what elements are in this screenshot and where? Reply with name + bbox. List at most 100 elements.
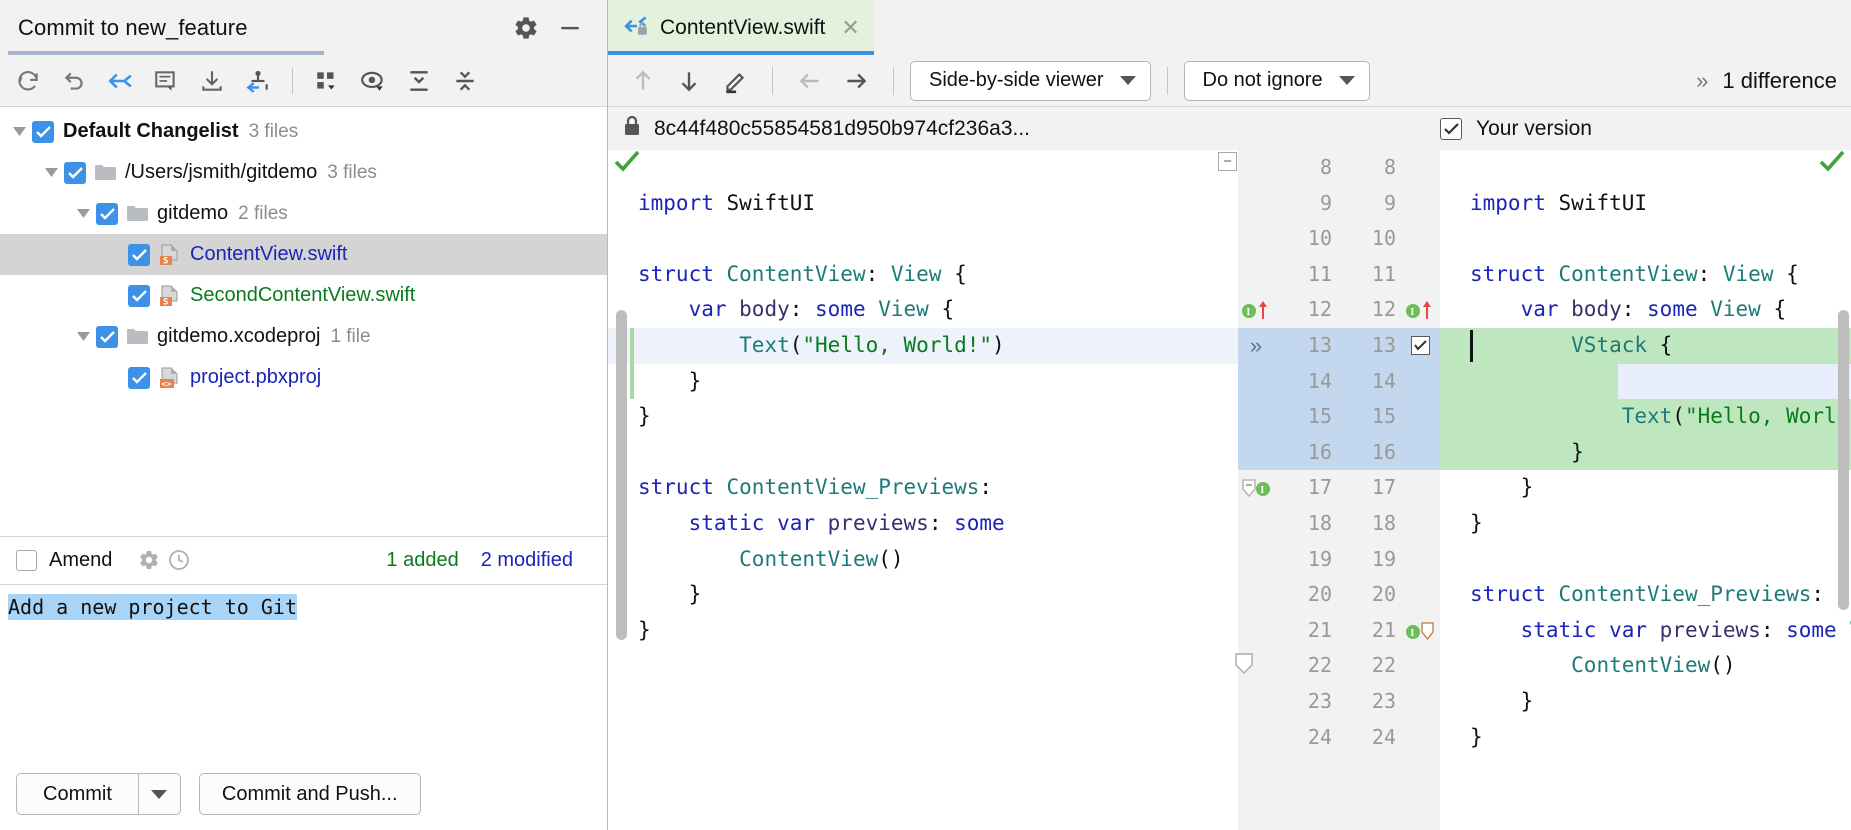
amend-checkbox[interactable] xyxy=(16,549,37,571)
refresh-changes-icon[interactable] xyxy=(8,62,48,100)
tree-row[interactable]: /Users/jsmith/gitdemo 3 files xyxy=(0,152,607,193)
tree-row-checkbox[interactable] xyxy=(128,366,150,389)
shelve-silently-icon[interactable] xyxy=(100,62,140,100)
clock-icon[interactable] xyxy=(164,545,194,575)
code-line: var body: some View { xyxy=(608,292,1238,328)
arrow-left-icon[interactable] xyxy=(789,61,831,101)
pencil-icon[interactable] xyxy=(714,61,756,101)
left-pane-scrollbar[interactable] xyxy=(616,310,627,640)
code-token: var xyxy=(688,297,740,322)
ignore-mode-dropdown[interactable]: Do not ignore xyxy=(1183,60,1370,101)
line-number-right: 14 xyxy=(1371,368,1396,393)
tree-collapse-triangle-icon[interactable] xyxy=(70,208,96,219)
update-icon[interactable] xyxy=(192,62,232,100)
tree-row-checkbox[interactable] xyxy=(128,243,150,266)
arrow-right-icon[interactable] xyxy=(835,61,877,101)
tree-row-label: gitdemo xyxy=(157,202,229,224)
line-number-right: 21 xyxy=(1371,617,1396,642)
no-problems-checkmark-icon xyxy=(1819,150,1845,177)
rollback-icon[interactable] xyxy=(54,62,94,100)
inline-change-highlight xyxy=(1618,363,1851,400)
tree-row-checkbox[interactable] xyxy=(96,202,118,225)
gutter-row: 18 18 xyxy=(1238,506,1440,542)
gutter-marker-right xyxy=(1402,364,1438,400)
code-token: Text xyxy=(739,332,790,357)
swift-file-icon: S xyxy=(159,244,181,266)
line-number-left: 10 xyxy=(1307,226,1332,251)
tree-row-label: ContentView.swift xyxy=(190,243,348,265)
chevron-down-icon xyxy=(1119,76,1136,85)
code-token: : xyxy=(1697,261,1723,286)
gutter-row: 15 15 xyxy=(1238,399,1440,435)
diff-version-headers: 8c44f480c55854581d950b974cf236a3... Your… xyxy=(608,107,1851,150)
collapse-all-icon[interactable] xyxy=(445,62,485,100)
annotate-icon[interactable] xyxy=(146,62,186,100)
diff-left-pane[interactable]: import SwiftUI struct ContentView: View … xyxy=(608,150,1238,830)
gutter-marker-left xyxy=(1238,577,1274,613)
code-token: ) xyxy=(992,332,1005,357)
tree-row-checkbox[interactable] xyxy=(128,284,150,307)
minimize-icon[interactable] xyxy=(555,13,585,43)
diff-toolbar-right: » 1 difference xyxy=(1696,68,1837,94)
svg-text:<>: <> xyxy=(162,379,172,388)
code-line: import SwiftUI xyxy=(608,186,1238,222)
code-line: } xyxy=(608,364,1238,400)
tree-row-checkbox[interactable] xyxy=(96,325,118,348)
group-by-icon[interactable] xyxy=(307,62,347,100)
diff-gutter[interactable]: 8 8 9 9 10 10 11 11 I 12 12 I» 13 13 14 14 15 15 16 16 I 17 17… xyxy=(1218,150,1462,830)
gutter-marker-left xyxy=(1238,720,1274,756)
preview-diff-icon[interactable] xyxy=(353,62,393,100)
swift-file-icon: S xyxy=(159,285,181,307)
fold-region-end-icon[interactable] xyxy=(1234,652,1254,679)
tree-row[interactable]: S ContentView.swift xyxy=(0,234,607,275)
tree-row-count: 2 files xyxy=(238,202,288,224)
expand-all-icon[interactable] xyxy=(399,62,439,100)
arrow-down-icon[interactable] xyxy=(668,61,710,101)
gutter-marker-left xyxy=(1238,613,1274,649)
gutter-marker-right xyxy=(1402,506,1438,542)
tree-collapse-triangle-icon[interactable] xyxy=(6,126,32,137)
tree-row-checkbox[interactable] xyxy=(32,120,54,143)
commit-message-input[interactable]: Add a new project to Git xyxy=(0,583,607,758)
svg-text:I: I xyxy=(1410,628,1414,639)
tree-row[interactable]: <> project.pbxproj xyxy=(0,357,607,398)
tree-row[interactable]: S SecondContentView.swift xyxy=(0,275,607,316)
accept-change-checkbox-icon[interactable] xyxy=(1402,328,1438,364)
code-token: } xyxy=(1470,439,1584,464)
code-token: VStack xyxy=(1571,332,1648,357)
tree-collapse-triangle-icon[interactable] xyxy=(70,331,96,342)
left-revision-hash: 8c44f480c55854581d950b974cf236a3... xyxy=(654,116,1031,140)
code-token: ( xyxy=(789,332,803,357)
right-pane-scrollbar[interactable] xyxy=(1838,310,1849,610)
tree-row-checkbox[interactable] xyxy=(64,161,86,184)
commit-button[interactable]: Commit xyxy=(16,773,139,815)
code-token: View xyxy=(1710,297,1761,322)
commit-and-push-button[interactable]: Commit and Push... xyxy=(198,773,421,815)
your-version-checkbox[interactable] xyxy=(1440,117,1462,140)
tree-row[interactable]: gitdemo.xcodeproj 1 file xyxy=(0,316,607,357)
code-token: body xyxy=(1571,297,1622,322)
gear-icon[interactable] xyxy=(511,13,541,43)
close-icon[interactable]: ✕ xyxy=(841,15,859,41)
tree-collapse-triangle-icon[interactable] xyxy=(38,167,64,178)
tab-contentview-swift[interactable]: ContentView.swift ✕ xyxy=(608,0,874,55)
commit-settings-gear-icon[interactable] xyxy=(134,545,164,575)
shelve-icon[interactable] xyxy=(238,62,278,100)
diff-right-pane[interactable]: import SwiftUI struct ContentView: View … xyxy=(1440,150,1851,830)
changes-tree[interactable]: Default Changelist 3 files/Users/jsmith/g… xyxy=(0,107,607,398)
line-number-right: 10 xyxy=(1371,226,1396,251)
viewer-mode-dropdown[interactable]: Side-by-side viewer xyxy=(910,60,1151,101)
gutter-marker-right xyxy=(1402,435,1438,471)
tree-row-label: project.pbxproj xyxy=(190,366,322,388)
commit-dropdown-button[interactable] xyxy=(138,773,181,815)
inspection-fold-marker-icon: I xyxy=(1402,613,1438,649)
tree-row[interactable]: Default Changelist 3 files xyxy=(0,111,607,152)
tree-row[interactable]: gitdemo 2 files xyxy=(0,193,607,234)
tab-active-underline xyxy=(608,51,874,55)
arrow-up-icon[interactable] xyxy=(622,61,664,101)
code-token: { xyxy=(1773,261,1799,286)
fold-collapse-left-icon[interactable]: − xyxy=(1218,152,1237,171)
double-chevron-right-icon[interactable]: » xyxy=(1696,68,1708,94)
